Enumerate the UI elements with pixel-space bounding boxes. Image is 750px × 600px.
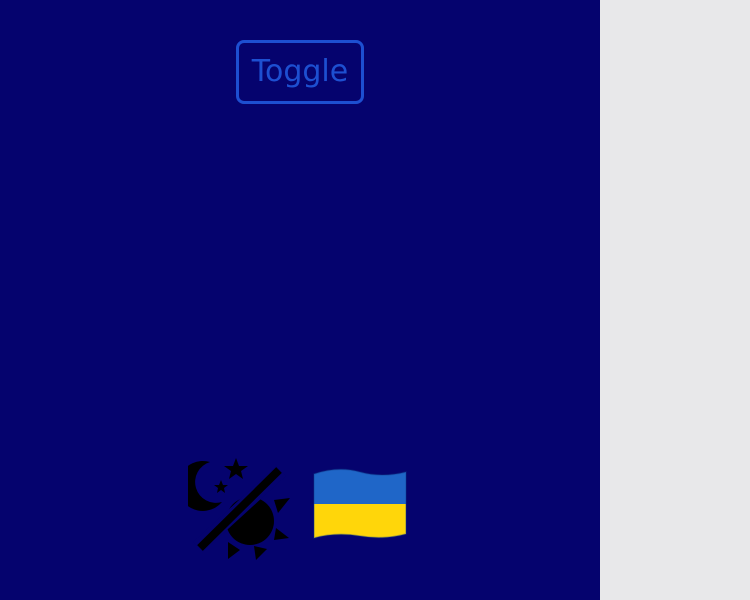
side-panel <box>600 0 750 600</box>
moon-sun-toggle-icon[interactable] <box>188 458 292 562</box>
toggle-button[interactable]: Toggle <box>236 40 364 104</box>
ukraine-flag-icon <box>313 468 407 539</box>
main-canvas: Toggle <box>0 0 600 600</box>
